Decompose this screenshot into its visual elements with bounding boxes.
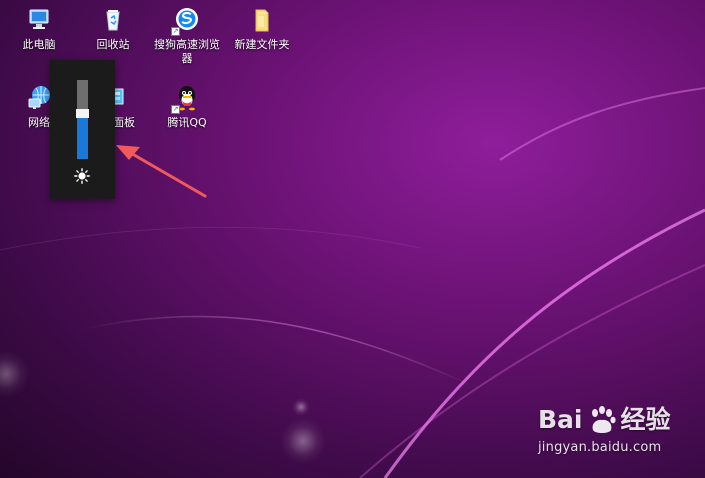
baidu-jingyan-watermark: Bai 经验 jingyan.baidu.com [538, 405, 673, 463]
watermark-brand: Bai 经验 [538, 405, 671, 435]
sun-icon [73, 167, 91, 185]
desktop-icon-label: 腾讯QQ [167, 116, 207, 129]
watermark-url: jingyan.baidu.com [538, 440, 662, 455]
wallpaper-glow [280, 418, 326, 464]
brightness-slider-fill [77, 118, 88, 159]
network-icon [25, 84, 53, 112]
brightness-slider[interactable] [76, 80, 89, 159]
brightness-flyout [50, 60, 115, 199]
recycle-bin-icon [99, 6, 127, 34]
watermark-product-text: 经验 [620, 405, 671, 434]
browser-icon: ↗ [171, 6, 201, 36]
desktop-icon-label: 搜狗高速浏览器 [154, 38, 220, 65]
desktop-icon-label: 回收站 [96, 38, 130, 51]
watermark-bai-text: Bai [538, 405, 583, 434]
shortcut-arrow-icon: ↗ [171, 105, 180, 114]
computer-icon [25, 6, 53, 34]
folder-icon [248, 6, 276, 34]
brightness-slider-thumb[interactable] [76, 109, 89, 118]
paw-icon [586, 405, 618, 435]
desktop-icon-label: 网络 [28, 116, 50, 129]
wallpaper-glow [292, 398, 310, 416]
desktop-icon-label: 此电脑 [22, 38, 56, 51]
annotation-arrow-icon [116, 145, 207, 198]
desktop-icon-new-folder[interactable]: 新建文件夹 [223, 6, 301, 70]
desktop-icon-browser[interactable]: ↗ 搜狗高速浏览器 [148, 6, 226, 70]
qq-icon: ↗ [171, 84, 201, 114]
desktop-icon-label: 新建文件夹 [234, 38, 290, 51]
desktop-icon-qq[interactable]: ↗ 腾讯QQ [148, 84, 226, 148]
shortcut-arrow-icon: ↗ [171, 27, 180, 36]
